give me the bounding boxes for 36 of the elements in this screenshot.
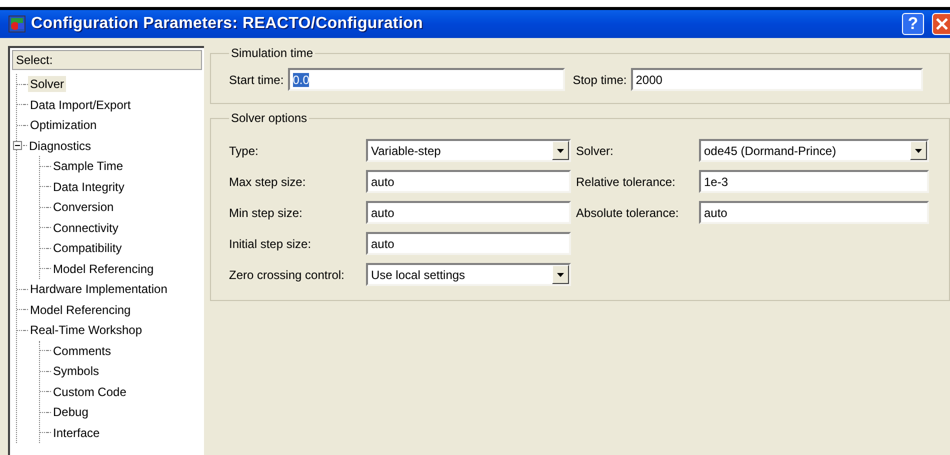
- input-field[interactable]: auto: [366, 232, 571, 255]
- field-label: Relative tolerance:: [576, 174, 676, 190]
- window-title: Configuration Parameters: REACTO/Configuration: [31, 14, 424, 34]
- input-field[interactable]: auto: [366, 170, 571, 193]
- field-label: Type:: [229, 142, 260, 160]
- tree-item[interactable]: Compatibility: [51, 240, 124, 256]
- tree-header: Select:: [12, 50, 202, 70]
- dropdown[interactable]: Use local settings: [366, 263, 571, 286]
- input-field[interactable]: 1e-3: [699, 170, 929, 193]
- field-label: Start time:: [229, 72, 284, 88]
- input-field[interactable]: auto: [699, 201, 929, 224]
- app-icon: [8, 15, 26, 33]
- field-label: Min step size:: [229, 204, 304, 222]
- input-field[interactable]: 2000: [630, 68, 923, 91]
- input-field[interactable]: 0.0: [288, 68, 565, 91]
- dropdown[interactable]: Variable-step: [366, 139, 571, 162]
- tree-item[interactable]: Real-Time Workshop: [28, 322, 144, 338]
- tree-item[interactable]: Hardware Implementation: [28, 281, 170, 298]
- field-label: Stop time:: [572, 72, 627, 88]
- field-label: Max step size:: [229, 174, 307, 190]
- tree-item[interactable]: Debug: [51, 404, 90, 420]
- help-button[interactable]: ?: [902, 13, 924, 35]
- collapse-icon[interactable]: [13, 141, 22, 150]
- close-icon[interactable]: [932, 13, 950, 35]
- tree-item[interactable]: Solver: [28, 76, 66, 92]
- tree-item[interactable]: Symbols: [51, 363, 102, 380]
- tree-item[interactable]: Sample Time: [51, 158, 126, 174]
- tree-item[interactable]: Optimization: [28, 117, 99, 134]
- group-title: Solver options: [230, 110, 308, 127]
- input-field[interactable]: auto: [366, 201, 571, 224]
- field-label: Solver:: [576, 142, 614, 160]
- field-label: Absolute tolerance:: [576, 204, 680, 222]
- field-label: Zero crossing control:: [229, 266, 346, 284]
- field-label: Initial step size:: [229, 236, 312, 252]
- group-title: Simulation time: [230, 45, 314, 62]
- dropdown[interactable]: ode45 (Dormand-Prince): [699, 139, 929, 162]
